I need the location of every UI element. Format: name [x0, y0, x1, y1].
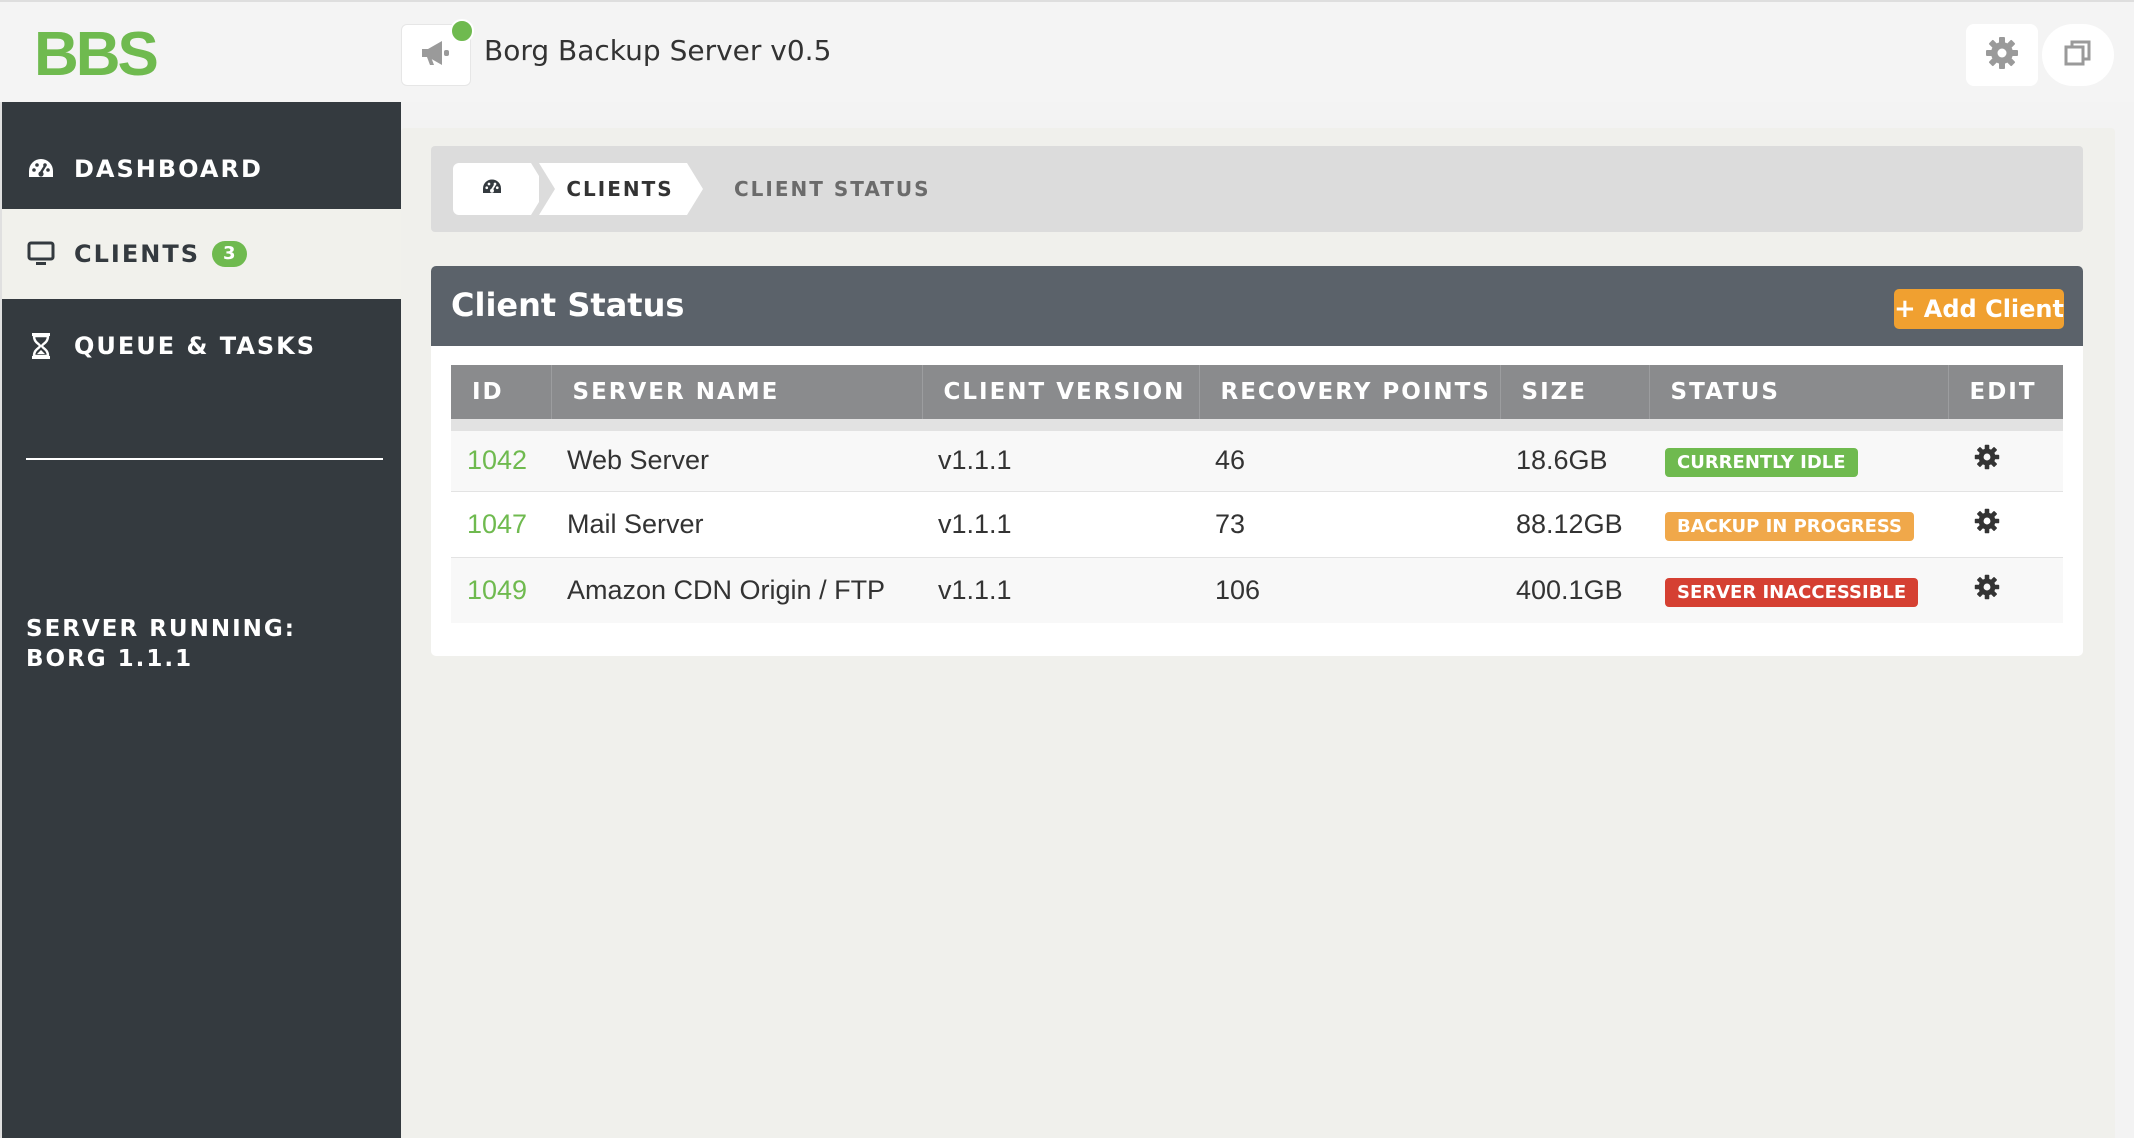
- server-running-status: SERVER RUNNING: BORG 1.1.1: [26, 614, 296, 674]
- panel-header: Client Status + Add Client: [431, 266, 2083, 346]
- column-header-status[interactable]: STATUS: [1649, 365, 1949, 431]
- client-version-cell: v1.1.1: [922, 425, 1199, 492]
- server-name-cell: Amazon CDN Origin / FTP: [551, 557, 922, 623]
- add-client-label: Add Client: [1923, 295, 2064, 323]
- status-badge: CURRENTLY IDLE: [1665, 448, 1858, 478]
- notification-dot: [450, 19, 474, 43]
- column-header-id[interactable]: ID: [451, 365, 552, 431]
- edit-gear-icon[interactable]: [1974, 445, 2000, 476]
- client-id-link[interactable]: 1042: [467, 445, 527, 475]
- client-id-link[interactable]: 1047: [467, 509, 527, 539]
- panel-title: Client Status: [451, 286, 685, 324]
- client-version-cell: v1.1.1: [922, 557, 1199, 623]
- breadcrumb-clients[interactable]: CLIENTS: [539, 163, 703, 215]
- sidebar-item-label: QUEUE & TASKS: [74, 332, 317, 360]
- breadcrumb-home[interactable]: [453, 163, 547, 215]
- megaphone-icon: [419, 38, 453, 72]
- settings-button[interactable]: [1966, 24, 2038, 86]
- sidebar-item-queue-tasks[interactable]: QUEUE & TASKS: [2, 301, 403, 391]
- column-header-size[interactable]: SIZE: [1500, 365, 1650, 431]
- edit-gear-icon[interactable]: [1974, 574, 2000, 606]
- window-restore-icon: [2063, 38, 2093, 72]
- sidebar: DASHBOARD CLIENTS 3 QUEUE & TASKS SERVER…: [0, 102, 403, 1138]
- hourglass-icon: [26, 331, 56, 361]
- add-client-button[interactable]: + Add Client: [1894, 289, 2064, 329]
- main-content: CLIENTS CLIENT STATUS Client Status + Ad…: [401, 128, 2115, 1138]
- breadcrumb: CLIENTS CLIENT STATUS: [431, 146, 2083, 232]
- column-header-recovery-points[interactable]: RECOVERY POINTS: [1199, 365, 1501, 431]
- server-name-cell: Web Server: [551, 425, 922, 492]
- sidebar-item-clients[interactable]: CLIENTS 3: [2, 209, 403, 299]
- column-header-server-name[interactable]: SERVER NAME: [551, 365, 923, 431]
- clients-count-badge: 3: [211, 241, 247, 267]
- plus-icon: +: [1894, 294, 1916, 324]
- edit-gear-icon[interactable]: [1974, 508, 2000, 540]
- status-badge: SERVER INACCESSIBLE: [1665, 577, 1919, 607]
- sidebar-item-label: DASHBOARD: [74, 155, 263, 183]
- sidebar-divider: [26, 458, 383, 460]
- sidebar-item-label: CLIENTS: [74, 240, 200, 268]
- server-running-label: SERVER RUNNING:: [26, 616, 296, 642]
- clients-table: ID SERVER NAME CLIENT VERSION RECOVERY P…: [451, 365, 2063, 623]
- borg-version: BORG 1.1.1: [26, 646, 194, 672]
- breadcrumb-current: CLIENT STATUS: [734, 177, 931, 201]
- dashboard-gauge-icon: [26, 154, 56, 184]
- bbs-logo[interactable]: BBS: [34, 24, 159, 86]
- recovery-points-cell: 73: [1199, 491, 1500, 558]
- size-cell: 400.1GB: [1500, 557, 1649, 623]
- server-name-cell: Mail Server: [551, 491, 922, 558]
- app-title: Borg Backup Server v0.5: [484, 34, 832, 67]
- sidebar-item-dashboard[interactable]: DASHBOARD: [2, 124, 403, 214]
- dashboard-gauge-icon: [481, 177, 503, 201]
- table-row: 1047 Mail Server v1.1.1 73 88.12GB BACKU…: [451, 491, 2063, 558]
- gear-icon: [1985, 36, 2019, 74]
- client-id-link[interactable]: 1049: [467, 575, 527, 605]
- table-header-row: ID SERVER NAME CLIENT VERSION RECOVERY P…: [451, 365, 2063, 431]
- client-status-panel: Client Status + Add Client ID SERVER NAM…: [431, 266, 2083, 656]
- recovery-points-cell: 46: [1199, 425, 1500, 492]
- window-toggle-button[interactable]: [2042, 24, 2114, 86]
- table-row: 1049 Amazon CDN Origin / FTP v1.1.1 106 …: [451, 557, 2063, 623]
- recovery-points-cell: 106: [1199, 557, 1500, 623]
- column-header-client-version[interactable]: CLIENT VERSION: [922, 365, 1200, 431]
- monitor-icon: [26, 239, 56, 269]
- client-version-cell: v1.1.1: [922, 491, 1199, 558]
- top-bar: BBS Borg Backup Server v0.5: [0, 0, 2134, 102]
- size-cell: 18.6GB: [1500, 425, 1649, 492]
- column-header-edit: EDIT: [1948, 365, 2063, 431]
- table-row: 1042 Web Server v1.1.1 46 18.6GB CURRENT…: [451, 425, 2063, 492]
- status-badge: BACKUP IN PROGRESS: [1665, 511, 1914, 541]
- size-cell: 88.12GB: [1500, 491, 1649, 558]
